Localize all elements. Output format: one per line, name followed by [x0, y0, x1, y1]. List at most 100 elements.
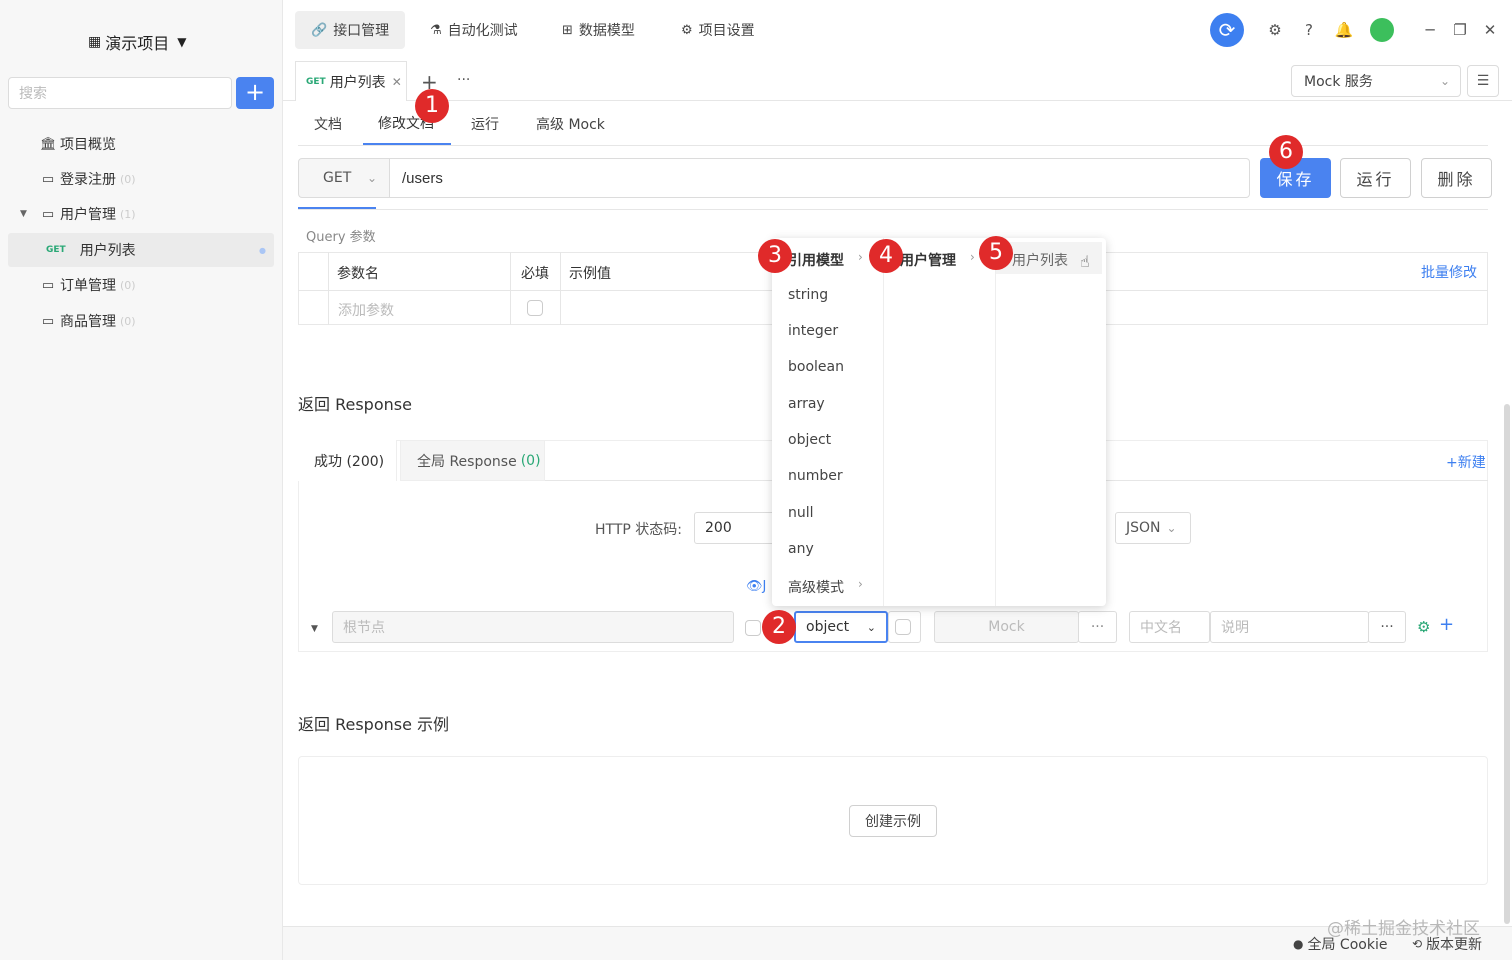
- type-option-number[interactable]: number: [788, 468, 843, 484]
- method-select[interactable]: GET ⌄: [298, 158, 390, 198]
- link-icon: 🔗: [311, 22, 328, 38]
- mock-service-select[interactable]: Mock 服务 ⌄: [1291, 65, 1461, 97]
- chevron-down-icon: ⌄: [866, 620, 876, 634]
- settings-icon[interactable]: ⚙: [1263, 18, 1287, 42]
- nullable-toggle[interactable]: [888, 611, 921, 643]
- format-select[interactable]: JSON ⌄: [1115, 512, 1191, 544]
- batch-edit-link[interactable]: 批量修改: [1421, 262, 1477, 282]
- tab-count: (0): [520, 452, 541, 469]
- sidebar-item-login[interactable]: ▭ 登录注册 (0): [8, 162, 274, 196]
- sidebar-item-overview[interactable]: 🏛 项目概览: [8, 127, 274, 161]
- tab-project-settings[interactable]: ⚙ 项目设置: [665, 11, 771, 49]
- ref-model-option[interactable]: 引用模型: [788, 250, 844, 270]
- sidebar-item-label: 订单管理: [60, 278, 116, 294]
- minimize-icon[interactable]: ─: [1418, 18, 1442, 42]
- url-input[interactable]: [390, 158, 1250, 198]
- gear-icon[interactable]: ⚙: [1417, 618, 1430, 636]
- tab-api-management[interactable]: 🔗 接口管理: [295, 11, 406, 49]
- schema-link[interactable]: 👁 J: [746, 579, 766, 594]
- type-dropdown: 引用模型 › 用户管理 › 用户列表 ☝ string integer bool…: [772, 238, 1106, 606]
- desc-more-button[interactable]: ···: [1368, 611, 1406, 643]
- user-management-option[interactable]: 用户管理: [900, 250, 956, 270]
- model-column: [996, 238, 1106, 606]
- nullable-checkbox: [895, 619, 911, 635]
- close-icon[interactable]: ✕: [392, 75, 402, 89]
- more-icon[interactable]: ···: [457, 72, 470, 88]
- folder-icon: ▭: [41, 313, 55, 329]
- type-option-object[interactable]: object: [788, 432, 831, 448]
- step-marker-6: 6: [1269, 135, 1303, 169]
- help-icon[interactable]: ?: [1297, 18, 1321, 42]
- required-checkbox[interactable]: [527, 300, 543, 316]
- close-icon[interactable]: ✕: [1478, 18, 1502, 42]
- description-input[interactable]: 说明: [1210, 611, 1369, 643]
- cn-name-input[interactable]: 中文名: [1129, 611, 1210, 643]
- sidebar-item-count: (1): [120, 207, 136, 221]
- tab-success[interactable]: 成功 (200): [298, 440, 397, 481]
- run-button[interactable]: 运行: [1340, 158, 1411, 198]
- type-option-null[interactable]: null: [788, 505, 814, 521]
- model-group-column: [884, 238, 996, 606]
- global-cookie-link[interactable]: ● 全局 Cookie: [1293, 934, 1387, 954]
- sidebar-item-orders[interactable]: ▭ 订单管理 (0): [8, 268, 274, 302]
- step-marker-5: 5: [979, 236, 1013, 270]
- refresh-icon: ⟲: [1412, 937, 1423, 951]
- add-field-icon[interactable]: +: [1439, 614, 1454, 635]
- sidebar-item-users[interactable]: ▼ ▭ 用户管理 (1): [8, 197, 274, 231]
- type-option-string[interactable]: string: [788, 287, 828, 303]
- format-value: JSON: [1126, 520, 1161, 536]
- status-input[interactable]: 200: [694, 512, 784, 544]
- user-list-option[interactable]: 用户列表: [1012, 250, 1068, 270]
- tab-automation[interactable]: ⚗ 自动化测试: [414, 11, 534, 49]
- divider: [298, 209, 1488, 210]
- divider: [283, 100, 1512, 101]
- sidebar-item-count: (0): [120, 278, 136, 292]
- sidebar-item-user-list[interactable]: GET 用户列表 ●: [8, 233, 274, 267]
- tab-global-response[interactable]: 全局 Response (0): [400, 440, 545, 481]
- method-tag: GET: [306, 76, 326, 87]
- project-selector[interactable]: ▦ 演示项目 ▼: [88, 30, 186, 54]
- tab-data-model[interactable]: ⊞ 数据模型: [546, 11, 651, 49]
- new-response-link[interactable]: +新建: [1446, 452, 1486, 472]
- tab-run[interactable]: 运行: [471, 114, 499, 134]
- sitemap-icon: ⊞: [562, 22, 573, 38]
- avatar[interactable]: [1370, 18, 1394, 42]
- list-icon[interactable]: ☰: [1467, 65, 1499, 97]
- sidebar-item-count: (0): [120, 314, 136, 328]
- response-title: 返回 Response: [298, 395, 412, 414]
- mock-more-button[interactable]: ···: [1078, 611, 1117, 643]
- create-example-button[interactable]: 创建示例: [849, 805, 937, 837]
- type-option-advanced[interactable]: 高级模式: [788, 577, 844, 597]
- column-header-example: 示例值: [569, 266, 611, 282]
- mock-input[interactable]: Mock: [934, 611, 1079, 643]
- bell-icon[interactable]: 🔔: [1332, 18, 1356, 42]
- tab-label: 数据模型: [578, 23, 635, 39]
- add-button[interactable]: +: [236, 77, 274, 109]
- chevron-right-icon: ›: [970, 250, 975, 264]
- tab-advanced-mock[interactable]: 高级 Mock: [536, 114, 605, 134]
- sidebar-item-products[interactable]: ▭ 商品管理 (0): [8, 304, 274, 338]
- type-option-array[interactable]: array: [788, 396, 825, 412]
- restore-icon[interactable]: ❐: [1448, 18, 1472, 42]
- cookie-icon: ●: [1293, 937, 1304, 951]
- hand-cursor-icon: ☝: [1080, 252, 1090, 271]
- type-option-boolean[interactable]: boolean: [788, 359, 844, 375]
- collapse-caret-icon[interactable]: ▼: [311, 624, 318, 634]
- version-update-link[interactable]: ⟲ 版本更新: [1412, 934, 1482, 954]
- type-select[interactable]: object ⌄: [794, 611, 888, 643]
- doc-tab-user-list[interactable]: GET 用户列表 ✕: [295, 61, 407, 101]
- delete-button[interactable]: 删除: [1421, 158, 1492, 198]
- type-option-any[interactable]: any: [788, 541, 814, 557]
- search-input[interactable]: [8, 77, 232, 109]
- required-checkbox[interactable]: [745, 620, 761, 636]
- root-node-input[interactable]: 根节点: [332, 611, 734, 643]
- add-param-input[interactable]: 添加参数: [338, 300, 394, 320]
- scrollbar[interactable]: [1504, 404, 1510, 924]
- method-tag: GET: [46, 245, 66, 255]
- type-option-integer[interactable]: integer: [788, 323, 838, 339]
- tab-doc[interactable]: 文档: [314, 114, 342, 134]
- schema-link-label: J: [762, 579, 767, 594]
- sync-icon[interactable]: ⟳: [1210, 13, 1244, 47]
- project-title: 演示项目: [105, 34, 170, 53]
- chevron-right-icon: ›: [858, 577, 863, 591]
